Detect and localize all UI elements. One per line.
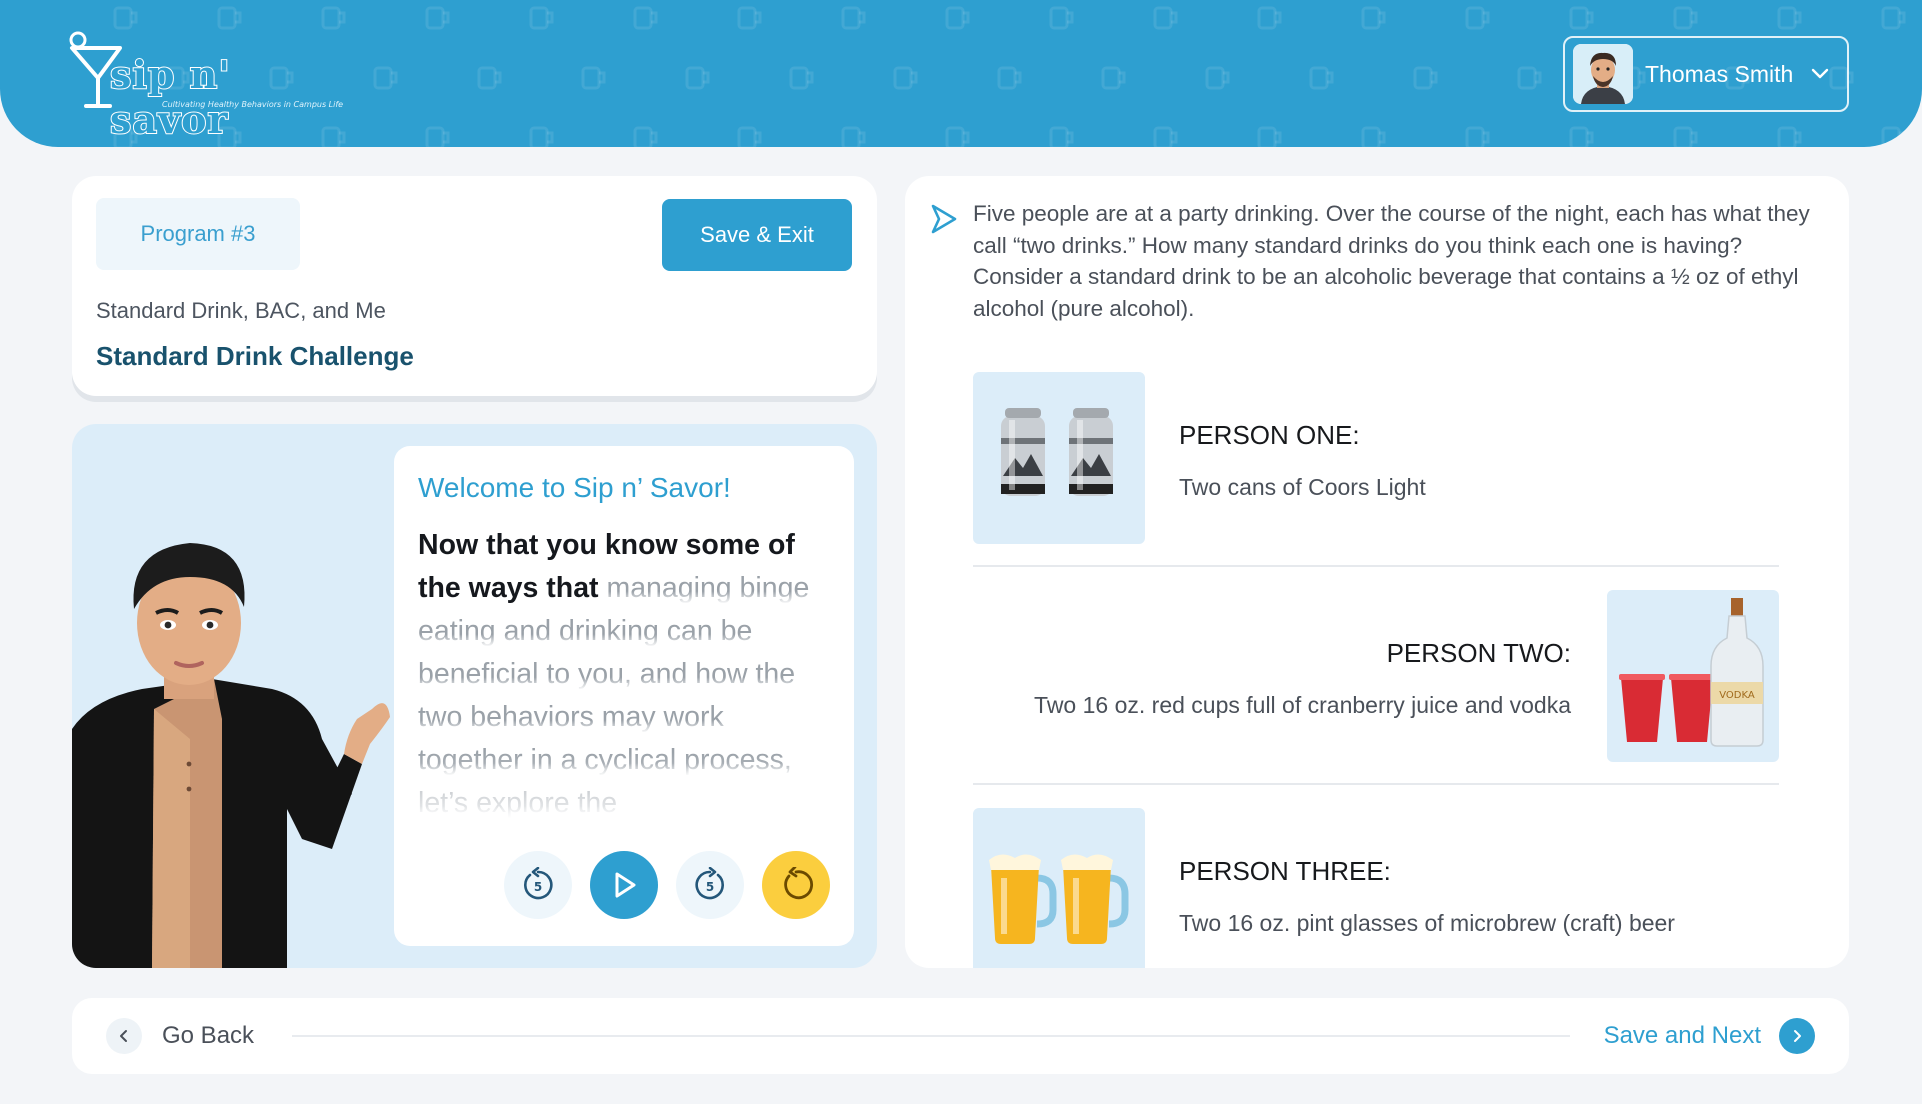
person-one-name: PERSON ONE: — [1179, 420, 1360, 450]
divider — [973, 565, 1779, 567]
app-logo[interactable]: sip n' savor Cultivating Healthy Behavio… — [68, 30, 358, 143]
person-three-image — [973, 808, 1145, 968]
save-exit-button[interactable]: Save & Exit — [662, 199, 852, 271]
playback-controls: 5 5 — [504, 851, 834, 921]
replay-button[interactable] — [762, 851, 830, 919]
chevron-down-icon — [1812, 68, 1829, 79]
logo-tagline: Cultivating Healthy Behaviors in Campus … — [162, 100, 344, 109]
user-name: Thomas Smith — [1645, 60, 1794, 87]
logo-wordmark: sip n' savor — [109, 51, 231, 143]
play-icon — [615, 872, 636, 898]
rewind-5-button[interactable]: 5 — [504, 851, 572, 919]
beer-mugs-illustration — [989, 854, 1129, 944]
go-back-button[interactable]: Go Back — [106, 1018, 254, 1054]
go-back-circle — [106, 1018, 142, 1054]
question-card: Five people are at a party drinking. Ove… — [905, 176, 1849, 968]
program-title: Standard Drink Challenge — [96, 341, 414, 371]
app-header: sip n' savor Cultivating Healthy Behavio… — [0, 0, 1922, 147]
narration-title: Welcome to Sip n’ Savor! — [418, 472, 731, 503]
avatar — [1573, 44, 1633, 104]
forward-5-button[interactable]: 5 — [676, 851, 744, 919]
program-subtitle: Standard Drink, BAC, and Me — [96, 298, 386, 323]
user-avatar-illustration — [1573, 44, 1633, 104]
chevron-left-icon — [120, 1030, 127, 1042]
speech-bubble: Welcome to Sip n’ Savor! Now that you kn… — [394, 446, 854, 946]
person-card-three: PERSON THREE: Two 16 oz. pint glasses of… — [973, 808, 1779, 968]
save-next-button[interactable]: Save and Next — [1604, 1018, 1815, 1054]
narration-text: Now that you know some of the ways that … — [418, 524, 836, 842]
person-one-description: Two cans of Coors Light — [1179, 474, 1426, 500]
person-one-image — [973, 372, 1145, 544]
person-three-description: Two 16 oz. pint glasses of microbrew (cr… — [1179, 910, 1675, 936]
beer-cans-illustration — [1001, 408, 1113, 496]
progress-line — [292, 1035, 1570, 1037]
person-three-name: PERSON THREE: — [1179, 856, 1391, 886]
play-button[interactable] — [590, 851, 658, 919]
person-two-name: PERSON TWO: — [1386, 638, 1571, 668]
save-next-label: Save and Next — [1603, 1022, 1761, 1049]
program-badge: Program #3 — [96, 198, 300, 270]
person-two-image: VODKA — [1607, 590, 1779, 762]
narration-panel: Welcome to Sip n’ Savor! Now that you kn… — [72, 424, 877, 968]
footer-nav: Go Back Save and Next — [72, 998, 1849, 1074]
program-card: Program #3 Save & Exit Standard Drink, B… — [72, 176, 877, 396]
text-fade — [418, 752, 836, 842]
forward-seconds: 5 — [706, 880, 714, 894]
save-next-circle — [1779, 1018, 1815, 1054]
person-card-two: VODKA PERSON TWO: Two 16 oz. red cups fu… — [973, 590, 1779, 763]
rewind-seconds: 5 — [534, 880, 542, 894]
person-card-one: PERSON ONE: Two cans of Coors Light — [973, 372, 1779, 545]
divider — [973, 783, 1779, 785]
user-menu[interactable]: Thomas Smith — [1563, 36, 1849, 112]
rewind-5-icon: 5 — [524, 867, 553, 900]
person-two-description: Two 16 oz. red cups full of cranberry ju… — [1034, 692, 1571, 718]
vodka-label: VODKA — [1719, 690, 1755, 701]
pointer-arrow-icon — [931, 204, 957, 234]
question-text: Five people are at a party drinking. Ove… — [973, 201, 1810, 321]
chevron-right-icon — [1794, 1030, 1801, 1042]
go-back-label: Go Back — [162, 1022, 255, 1049]
narrator-character — [72, 543, 390, 968]
replay-icon — [784, 867, 814, 900]
red-cups-vodka-illustration: VODKA — [1619, 598, 1764, 747]
forward-5-icon: 5 — [695, 867, 724, 900]
